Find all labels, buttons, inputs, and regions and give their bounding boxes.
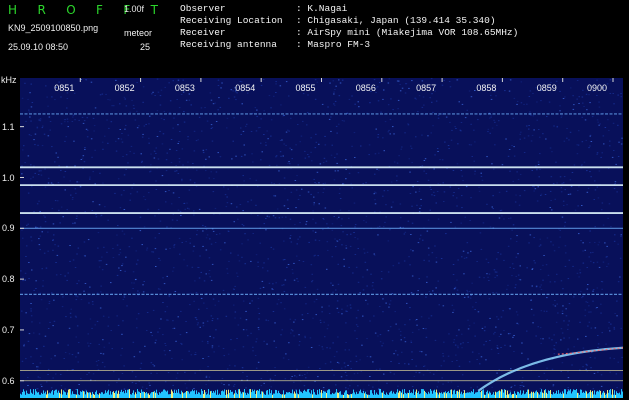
receiver-label: Receiver [180, 27, 226, 38]
app-version: 1.00f [124, 4, 145, 14]
y-axis-unit: kHz [1, 75, 17, 85]
y-tick-label: 0.6 [2, 375, 15, 386]
x-tick-label: 0853 [175, 83, 195, 93]
y-tick-label: 1.0 [2, 172, 15, 183]
spectrogram-background [20, 78, 623, 398]
x-tick-label: 0858 [476, 83, 496, 93]
x-tick-label: 0852 [115, 83, 135, 93]
y-tick-label: 1.1 [2, 121, 15, 132]
x-tick-label: 0900 [587, 83, 607, 93]
file-name: KN9_2509100850.png [8, 23, 99, 33]
meteor-count-value: 25 [140, 42, 151, 52]
x-tick-label: 0859 [537, 83, 557, 93]
y-tick-label: 0.8 [2, 274, 15, 285]
x-tick-label: 0856 [356, 83, 376, 93]
observer-label: Observer [180, 3, 226, 14]
y-tick-label: 0.9 [2, 223, 15, 234]
location-value: : Chigasaki, Japan (139.414 35.340) [296, 15, 496, 26]
antenna-label: Receiving antenna [180, 39, 277, 50]
spectrogram-svg: 0851 0852 0853 0854 0855 0856 0857 0858 0859 0900 [20, 78, 623, 398]
x-tick-label: 0857 [416, 83, 436, 93]
x-tick-label: 0855 [296, 83, 316, 93]
observation-datetime: 25.09.10 08:50 [8, 42, 69, 52]
x-tick-label: 0851 [54, 83, 74, 93]
hrofft-window: H R O F F T 1.00f KN9_2509100850.png 25.… [0, 0, 629, 400]
x-tick-label: 0854 [235, 83, 255, 93]
receiver-value: : AirSpy mini (Miakejima VOR 108.65MHz) [296, 27, 519, 38]
observer-value: : K.Nagai [296, 3, 348, 14]
y-tick-label: 0.7 [2, 324, 15, 335]
meteor-count-label: meteor [124, 28, 153, 38]
location-label: Receiving Location [180, 15, 283, 26]
spectrogram-plot: 0851 0852 0853 0854 0855 0856 0857 0858 0859 0900 [20, 78, 623, 398]
antenna-value: : Maspro FM-3 [296, 39, 371, 50]
